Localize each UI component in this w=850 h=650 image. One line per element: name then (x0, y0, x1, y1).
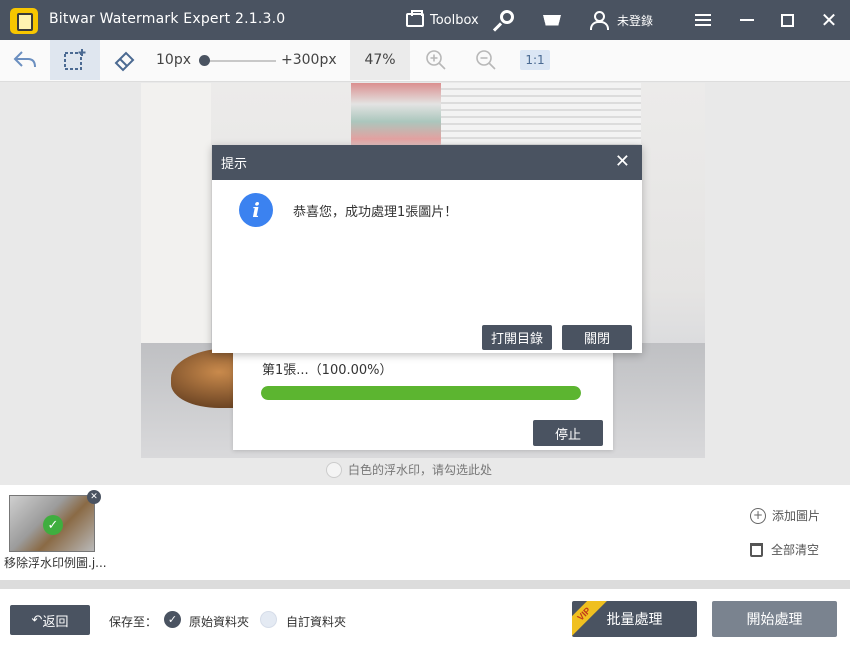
clear-all-button[interactable]: 全部清空 (750, 541, 819, 558)
stop-button[interactable]: 停止 (533, 420, 603, 446)
progress-panel: 第1張...（100.00%） 停止 (233, 345, 613, 450)
progress-bar-fill (261, 386, 581, 400)
app-title: Bitwar Watermark Expert 2.1.3.0 (49, 11, 286, 27)
brush-size-max: +300px (281, 52, 337, 68)
key-icon (500, 10, 514, 24)
footer-bar: ↶ 返回 保存至： ✓ 原始資料夾 自訂資料夾 VIP 批量處理 開始處理 (0, 589, 850, 650)
back-button[interactable]: ↶ 返回 (10, 605, 90, 635)
add-image-label: 添加圖片 (772, 509, 821, 523)
toolbox-label: Toolbox (430, 12, 479, 28)
info-icon: i (239, 193, 273, 227)
close-icon: ✕ (90, 492, 98, 502)
zoom-level: 47% (350, 40, 410, 80)
activation-button[interactable] (496, 0, 514, 40)
progress-text: 第1張...（100.00%） (262, 363, 393, 378)
toolbox-icon (406, 10, 424, 27)
notice-dialog: 提示 ✕ i 恭喜您，成功處理1張圖片！ 打開目錄 關閉 (212, 145, 642, 353)
white-watermark-radio[interactable] (326, 461, 342, 478)
back-arrow-icon: ↶ (31, 612, 43, 627)
dialog-title: 提示 (221, 157, 248, 172)
dialog-header: 提示 ✕ (212, 145, 642, 180)
dialog-close-button[interactable]: ✕ (615, 151, 630, 172)
white-watermark-option[interactable]: 白色的浮水印，请勾选此处 (326, 461, 492, 478)
undo-button[interactable] (0, 40, 50, 80)
cart-icon (543, 14, 561, 26)
custom-folder-radio[interactable] (260, 611, 277, 628)
open-folder-button[interactable]: 打開目錄 (482, 325, 552, 350)
eraser-icon (114, 51, 135, 72)
remove-thumbnail-button[interactable]: ✕ (87, 490, 101, 504)
start-process-button[interactable]: 開始處理 (712, 601, 837, 637)
login-label: 未登錄 (617, 13, 654, 28)
toolbox-button[interactable]: Toolbox (406, 0, 479, 40)
divider (0, 580, 850, 589)
add-image-button[interactable]: + 添加圖片 (750, 507, 820, 524)
login-button[interactable]: 未登錄 (589, 0, 653, 40)
dialog-message: 恭喜您，成功處理1張圖片！ (293, 205, 458, 220)
thumbnail-strip: ✓ ✕ 移除浮水印例圖.j... + 添加圖片 全部清空 (0, 485, 850, 580)
maximize-icon (780, 13, 794, 27)
zoom-out-icon (476, 50, 496, 70)
title-bar: Bitwar Watermark Expert 2.1.3.0 Toolbox … (0, 0, 850, 40)
custom-folder-label: 自訂資料夾 (286, 615, 347, 629)
rectangle-select-icon (64, 49, 86, 70)
brush-size-slider[interactable] (204, 60, 276, 62)
brush-size-min: 10px (156, 52, 191, 68)
batch-process-label: 批量處理 (606, 611, 663, 627)
close-icon: ✕ (614, 151, 630, 172)
progress-bar (261, 386, 581, 400)
close-icon: ✕ (820, 8, 838, 32)
clear-all-label: 全部清空 (771, 543, 820, 557)
brush-size-slider-handle[interactable] (199, 55, 210, 66)
trash-icon (750, 542, 763, 557)
undo-icon (13, 51, 36, 68)
user-icon (589, 11, 609, 30)
zoom-in-icon (426, 50, 446, 70)
minimize-button[interactable] (727, 0, 767, 40)
hamburger-icon (695, 19, 711, 21)
white-watermark-label: 白色的浮水印，请勾选此处 (348, 463, 493, 477)
maximize-button[interactable] (767, 0, 807, 40)
eraser-tool[interactable] (100, 40, 150, 80)
back-label: 返回 (42, 613, 69, 629)
save-to-label: 保存至： (109, 615, 158, 629)
menu-button[interactable] (683, 0, 723, 40)
thumbnail-filename: 移除浮水印例圖.j... (4, 556, 107, 570)
batch-process-button[interactable]: VIP 批量處理 (572, 601, 697, 637)
edit-toolbar: 10px +300px 47% 1:1 (0, 40, 850, 82)
minimize-icon (740, 19, 754, 21)
purchase-button[interactable] (543, 0, 561, 40)
processed-check-icon: ✓ (43, 515, 63, 535)
dialog-close-action-button[interactable]: 關閉 (562, 325, 632, 350)
actual-size-button[interactable]: 1:1 (520, 50, 550, 70)
original-folder-label: 原始資料夾 (189, 615, 250, 629)
rectangle-select-tool[interactable] (50, 40, 100, 80)
app-logo-icon (10, 8, 38, 34)
zoom-out-button[interactable] (475, 49, 497, 71)
thumbnail-item[interactable]: ✓ (9, 495, 95, 552)
add-circle-icon: + (750, 507, 766, 524)
zoom-in-button[interactable] (425, 49, 447, 71)
original-folder-radio[interactable]: ✓ (164, 611, 181, 628)
vip-badge: VIP (572, 601, 609, 637)
close-window-button[interactable]: ✕ (809, 0, 849, 40)
